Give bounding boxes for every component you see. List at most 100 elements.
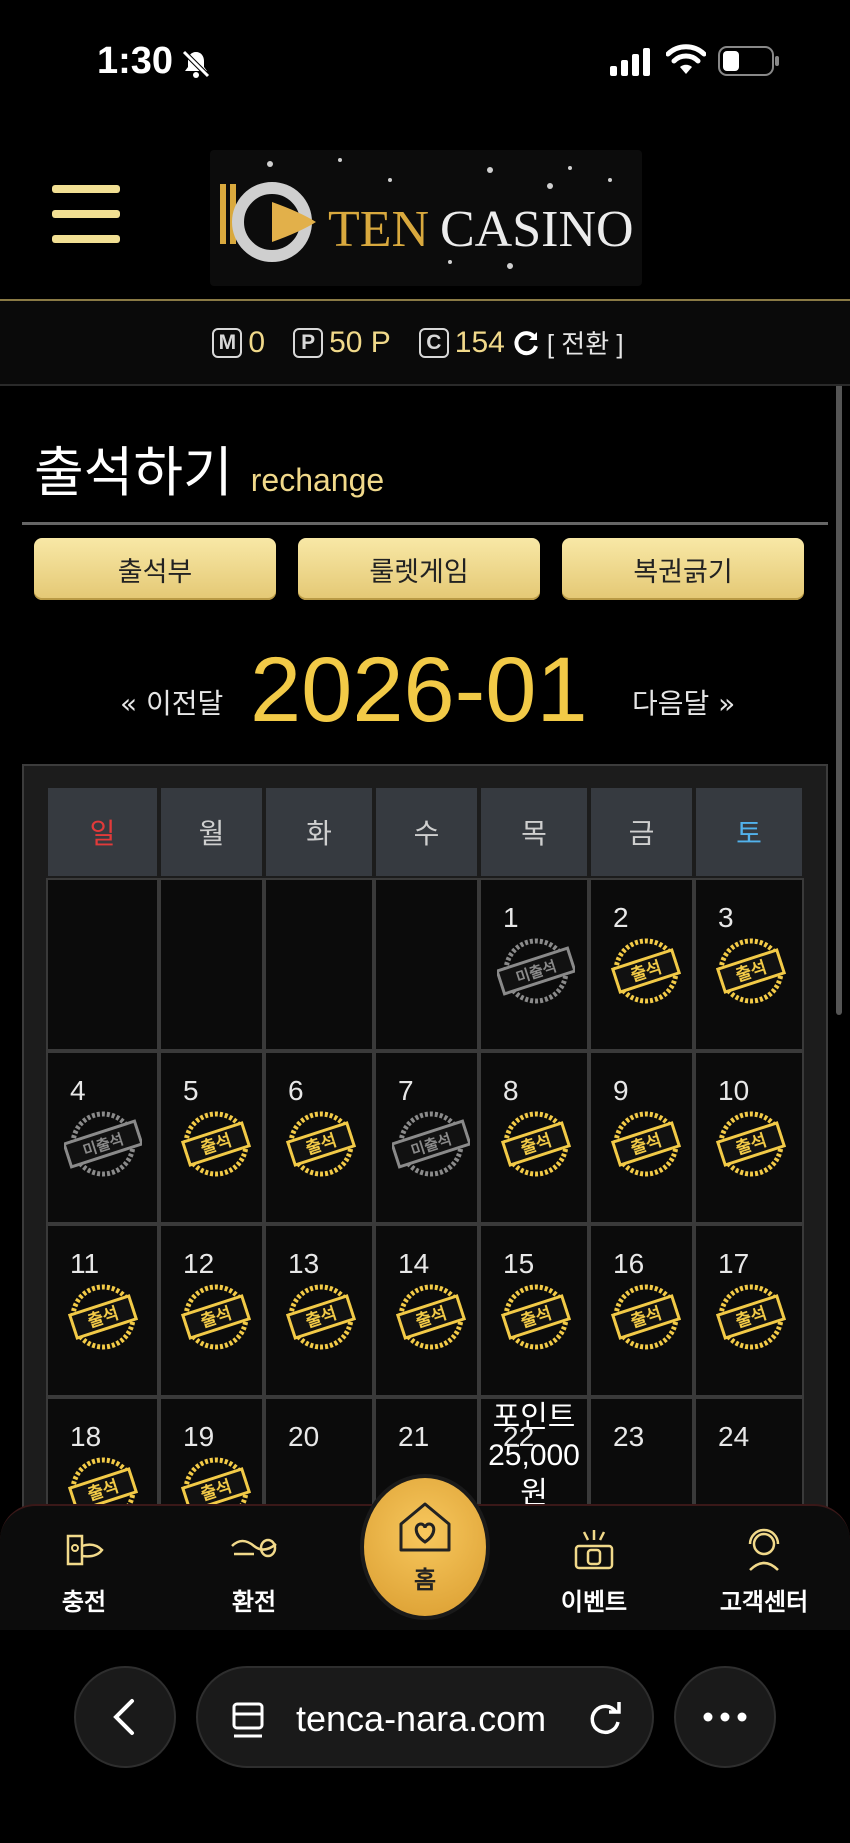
weekday-tue: 화	[264, 786, 374, 878]
m-icon: M	[212, 327, 243, 358]
weekday-fri: 금	[589, 786, 694, 878]
calendar-day-cell[interactable]: 16 출석	[589, 1224, 694, 1397]
status-time: 1:30	[97, 40, 174, 82]
menu-icon[interactable]	[52, 185, 120, 243]
calendar-day-cell[interactable]: 14 출석	[374, 1224, 479, 1397]
battery-icon	[718, 46, 779, 76]
calendar-day-cell[interactable]: 15 출석	[479, 1224, 589, 1397]
nav-home[interactable]: 홈	[360, 1474, 490, 1620]
calendar-day-cell[interactable]: 10 출석	[694, 1051, 804, 1224]
day-number: 9	[613, 1075, 629, 1106]
tab-roulette[interactable]: 룰렛게임	[298, 538, 540, 600]
day-number: 20	[288, 1421, 320, 1452]
day-number: 13	[288, 1248, 320, 1279]
next-month-link[interactable]: 다음달 »	[632, 682, 735, 722]
current-month: 2026-01	[250, 639, 588, 741]
calendar-week: 4 미출석 5 출석 6 출석 7 미출석 8 출석 9 출석 10 출석	[46, 1051, 804, 1224]
day-number: 8	[503, 1075, 519, 1106]
attended-stamp-icon: 출석	[715, 1284, 787, 1350]
page-subtitle: rechange	[250, 462, 385, 498]
weekday-wed: 수	[374, 786, 479, 878]
calendar-day-cell[interactable]: 17 출석	[694, 1224, 804, 1397]
exchange-icon	[231, 1538, 277, 1558]
attended-stamp-icon: 출석	[500, 1284, 572, 1350]
weekday-mon: 월	[159, 786, 264, 878]
status-bar: 1:30	[0, 0, 850, 125]
nav-event[interactable]: 이벤트	[534, 1506, 654, 1632]
reload-icon[interactable]	[586, 1698, 624, 1738]
coin-balance: C 154 [ 전환 ]	[418, 324, 624, 361]
headset-icon	[748, 1528, 780, 1571]
wifi-icon	[666, 44, 706, 74]
calendar-day-cell[interactable]: 11 출석	[46, 1224, 159, 1397]
day-number: 6	[288, 1075, 304, 1106]
calendar-week: 11 출석 12 출석 13 출석 14 출석 15 출석 16 출석 17 출석	[46, 1224, 804, 1397]
day-number: 21	[398, 1421, 430, 1452]
home-heart-icon	[399, 1502, 451, 1551]
day-number: 11	[70, 1248, 100, 1279]
convert-button[interactable]: [ 전환 ]	[547, 324, 624, 361]
calendar-day-cell[interactable]: 1 미출석	[479, 878, 589, 1051]
attendance-calendar: 일 월 화 수 목 금 토 1 미출석 2 출석 3 출석 4 미출석 5 출석 6 출석 7 미출석 8 출…	[46, 786, 804, 1570]
refresh-icon[interactable]	[511, 328, 541, 358]
address-bar[interactable]: tenca-nara.com	[196, 1666, 654, 1768]
calendar-day-cell[interactable]: 9 출석	[589, 1051, 694, 1224]
ten-casino-logo[interactable]: TEN CASINO	[210, 150, 642, 286]
calendar-day-cell[interactable]: 12 출석	[159, 1224, 264, 1397]
day-number: 5	[183, 1075, 199, 1106]
day-number: 15	[503, 1248, 535, 1279]
tab-lottery[interactable]: 복권긁기	[562, 538, 804, 600]
nav-exchange[interactable]: 환전	[194, 1506, 314, 1632]
day-number: 10	[718, 1075, 750, 1106]
nav-support[interactable]: 고객센터	[704, 1506, 824, 1632]
day-number: 12	[183, 1248, 215, 1279]
nav-home-label: 홈	[413, 1565, 437, 1594]
signal-icon	[610, 48, 650, 76]
money-balance: M 0	[212, 326, 265, 360]
calendar-header: 일 월 화 수 목 금 토	[46, 786, 804, 878]
attended-stamp-icon: 출석	[610, 938, 682, 1004]
charge-icon	[66, 1534, 104, 1566]
month-navigation: « 이전달 2026-01 다음달 »	[0, 630, 850, 741]
absent-stamp-icon: 미출석	[64, 1111, 142, 1177]
absent-stamp-icon: 미출석	[497, 938, 575, 1004]
weekday-thu: 목	[479, 786, 589, 878]
day-number: 22	[503, 1421, 535, 1452]
attended-stamp-icon: 출석	[180, 1111, 252, 1177]
browser-toolbar: tenca-nara.com	[0, 1630, 850, 1843]
prize-text: 포인트 25,000 원	[488, 1401, 580, 1510]
url-text: tenca-nara.com	[296, 1698, 547, 1739]
calendar-day-cell[interactable]: 7 미출석	[374, 1051, 479, 1224]
gift-icon	[574, 1530, 614, 1570]
nav-charge[interactable]: 충전	[24, 1506, 144, 1632]
more-button[interactable]	[674, 1666, 776, 1768]
day-number: 18	[70, 1421, 102, 1452]
points-bar: M 0 P 50 P C 154 [ 전환 ]	[0, 301, 850, 386]
attended-stamp-icon: 출석	[395, 1284, 467, 1350]
calendar-day-cell[interactable]: 2 출석	[589, 878, 694, 1051]
attended-stamp-icon: 출석	[285, 1284, 357, 1350]
calendar-day-cell[interactable]: 6 출석	[264, 1051, 374, 1224]
calendar-day-cell[interactable]: 13 출석	[264, 1224, 374, 1397]
calendar-day-cell[interactable]: 3 출석	[694, 878, 804, 1051]
calendar-day-cell	[374, 878, 479, 1051]
calendar-day-cell	[264, 878, 374, 1051]
calendar-day-cell[interactable]: 5 출석	[159, 1051, 264, 1224]
attended-stamp-icon: 출석	[285, 1111, 357, 1177]
day-number: 1	[503, 902, 519, 933]
attended-stamp-icon: 출석	[610, 1284, 682, 1350]
day-number: 19	[183, 1421, 215, 1452]
attended-stamp-icon: 출석	[715, 1111, 787, 1177]
back-button[interactable]	[74, 1666, 176, 1768]
calendar-day-cell[interactable]: 8 출석	[479, 1051, 589, 1224]
calendar-day-cell[interactable]: 4 미출석	[46, 1051, 159, 1224]
day-number: 16	[613, 1248, 645, 1279]
page-settings-icon[interactable]	[232, 1700, 268, 1740]
tab-attendance-book[interactable]: 출석부	[34, 538, 276, 600]
absent-stamp-icon: 미출석	[392, 1111, 470, 1177]
attended-stamp-icon: 출석	[180, 1284, 252, 1350]
coin-value: 154	[454, 325, 505, 359]
prev-month-link[interactable]: « 이전달	[120, 682, 223, 722]
point-balance: P 50 P	[293, 326, 391, 360]
attended-stamp-icon: 출석	[715, 938, 787, 1004]
